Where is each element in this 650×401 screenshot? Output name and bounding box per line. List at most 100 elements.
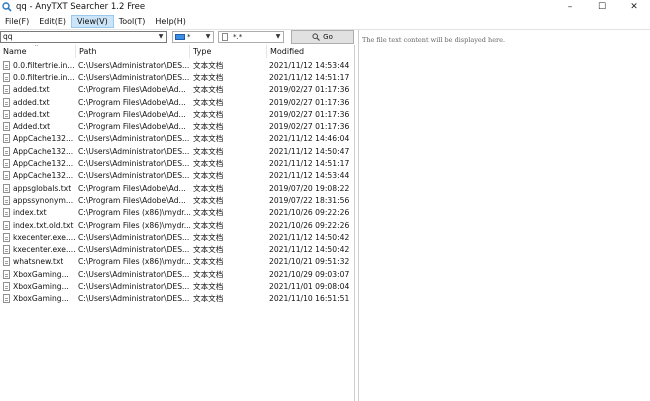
search-icon: [312, 33, 321, 41]
cell-modified: 2019/02/27 01:17:36: [269, 122, 350, 132]
cell-modified: 2021/10/26 09:22:26: [269, 220, 350, 230]
table-row[interactable]: whatsnew.txt C:\Program Files (x86)\mydr.…: [0, 256, 354, 268]
cell-type: 文本文档: [193, 232, 224, 242]
column-header-type[interactable]: Type: [190, 45, 267, 58]
column-name-label: Name: [3, 47, 27, 56]
cell-path: C:\Program Files\Adobe\Ad...: [78, 122, 186, 132]
cell-modified: 2019/07/22 18:31:56: [269, 195, 350, 205]
chevron-down-icon[interactable]: ▼: [157, 33, 165, 41]
file-name: whatsnew.txt: [13, 257, 64, 267]
filetype-select[interactable]: *.* ▼: [218, 31, 284, 43]
table-row[interactable]: kxecenter.exe.... C:\Users\Administrator\…: [0, 243, 354, 255]
cell-path: C:\Users\Administrator\DES...: [78, 294, 190, 304]
menu-view[interactable]: View(V): [71, 15, 114, 28]
text-file-icon: [3, 97, 10, 107]
preview-pane[interactable]: The file text content will be displayed …: [358, 30, 650, 401]
cell-name: kxecenter.exe....: [0, 232, 76, 242]
results-list[interactable]: Name ^ Path Type Modified 0.0.filtertrie…: [0, 45, 355, 401]
file-icon: [222, 33, 228, 41]
table-row[interactable]: AppCache132... C:\Users\Administrator\DES…: [0, 157, 354, 169]
menu-tool[interactable]: Tool(T): [114, 15, 151, 28]
maximize-button[interactable]: ☐: [586, 0, 618, 14]
filetype-select-value: *.*: [233, 33, 243, 41]
cell-modified: 2019/02/27 01:17:36: [269, 97, 350, 107]
cell-type: 文本文档: [193, 60, 224, 70]
table-row[interactable]: AppCache132... C:\Users\Administrator\DES…: [0, 170, 354, 182]
cell-modified: 2021/11/12 14:50:42: [269, 245, 350, 255]
chevron-down-icon[interactable]: ▼: [204, 33, 212, 41]
column-type-label: Type: [193, 47, 212, 56]
menu-edit[interactable]: Edit(E): [34, 15, 71, 28]
cell-modified: 2019/02/27 01:17:36: [269, 85, 350, 95]
cell-modified: 2021/11/10 16:51:51: [269, 294, 350, 304]
column-header-name[interactable]: Name ^: [0, 45, 76, 58]
search-input[interactable]: qq ▼: [0, 31, 167, 43]
cell-name: added.txt: [0, 109, 76, 119]
table-row[interactable]: XboxGaming... C:\Users\Administrator\DES.…: [0, 268, 354, 280]
search-input-value: qq: [3, 32, 13, 41]
minimize-button[interactable]: –: [554, 0, 586, 14]
table-row[interactable]: Added.txt C:\Program Files\Adobe\Ad... 文本文…: [0, 120, 354, 132]
cell-name: AppCache132...: [0, 159, 76, 169]
table-row[interactable]: index.txt.old.txt C:\Program Files (x86)\…: [0, 219, 354, 231]
table-row[interactable]: appssynonym... C:\Program Files\Adobe\Ad.…: [0, 194, 354, 206]
menu-help[interactable]: Help(H): [150, 15, 191, 28]
column-path-label: Path: [79, 47, 97, 56]
window-title: qq - AnyTXT Searcher 1.2 Free: [16, 2, 146, 12]
cell-name: 0.0.filtertrie.in...: [0, 72, 76, 82]
column-header-path[interactable]: Path: [76, 45, 190, 58]
chevron-down-icon[interactable]: ▼: [274, 33, 282, 41]
minimize-icon: –: [567, 2, 573, 12]
cell-name: index.txt.old.txt: [0, 220, 76, 230]
drive-select[interactable]: * ▼: [172, 31, 214, 43]
column-header-modified[interactable]: Modified: [267, 45, 354, 58]
text-file-icon: [3, 208, 10, 218]
table-row[interactable]: XboxGaming... C:\Users\Administrator\DES.…: [0, 280, 354, 292]
cell-type: 文本文档: [193, 195, 224, 205]
table-row[interactable]: added.txt C:\Program Files\Adobe\Ad... 文本文…: [0, 96, 354, 108]
table-row[interactable]: added.txt C:\Program Files\Adobe\Ad... 文本文…: [0, 84, 354, 96]
sort-ascending-icon: ^: [34, 45, 40, 51]
cell-type: 文本文档: [193, 269, 224, 279]
table-row[interactable]: index.txt C:\Program Files (x86)\mydr... 文…: [0, 207, 354, 219]
file-name: AppCache132...: [13, 146, 74, 156]
table-row[interactable]: added.txt C:\Program Files\Adobe\Ad... 文本文…: [0, 108, 354, 120]
cell-type: 文本文档: [193, 281, 224, 291]
text-file-icon: [3, 72, 10, 82]
table-row[interactable]: appsglobals.txt C:\Program Files\Adobe\Ad…: [0, 182, 354, 194]
cell-name: XboxGaming...: [0, 294, 76, 304]
text-file-icon: [3, 85, 10, 95]
cell-modified: 2019/07/20 19:08:22: [269, 183, 350, 193]
cell-path: C:\Users\Administrator\DES...: [78, 146, 190, 156]
cell-path: C:\Users\Administrator\DES...: [78, 159, 190, 169]
text-file-icon: [3, 109, 10, 119]
table-row[interactable]: AppCache132... C:\Users\Administrator\DES…: [0, 133, 354, 145]
text-file-icon: [3, 146, 10, 156]
cell-modified: 2021/11/12 14:50:47: [269, 146, 350, 156]
text-file-icon: [3, 294, 10, 304]
text-file-icon: [3, 257, 10, 267]
maximize-icon: ☐: [597, 2, 607, 12]
column-modified-label: Modified: [270, 47, 305, 56]
menu-file[interactable]: File(F): [0, 15, 34, 28]
cell-name: AppCache132...: [0, 134, 76, 144]
table-row[interactable]: 0.0.filtertrie.in... C:\Users\Administrat…: [0, 59, 354, 71]
cell-type: 文本文档: [193, 109, 224, 119]
cell-name: kxecenter.exe....: [0, 245, 76, 255]
table-row[interactable]: XboxGaming... C:\Users\Administrator\DES.…: [0, 293, 354, 305]
table-row[interactable]: kxecenter.exe.... C:\Users\Administrator\…: [0, 231, 354, 243]
table-row[interactable]: 0.0.filtertrie.in... C:\Users\Administrat…: [0, 71, 354, 83]
cell-type: 文本文档: [193, 134, 224, 144]
text-file-icon: [3, 195, 10, 205]
cell-modified: 2021/11/01 09:08:04: [269, 281, 350, 291]
file-name: appssynonym...: [13, 195, 74, 205]
cell-path: C:\Users\Administrator\DES...: [78, 281, 190, 291]
go-button[interactable]: Go: [291, 30, 354, 44]
text-file-icon: [3, 134, 10, 144]
drive-icon: [175, 34, 185, 40]
close-button[interactable]: ✕: [618, 0, 650, 14]
table-row[interactable]: AppCache132... C:\Users\Administrator\DES…: [0, 145, 354, 157]
cell-path: C:\Program Files (x86)\mydr...: [78, 257, 190, 267]
cell-path: C:\Users\Administrator\DES...: [78, 269, 190, 279]
file-name: added.txt: [13, 109, 50, 119]
